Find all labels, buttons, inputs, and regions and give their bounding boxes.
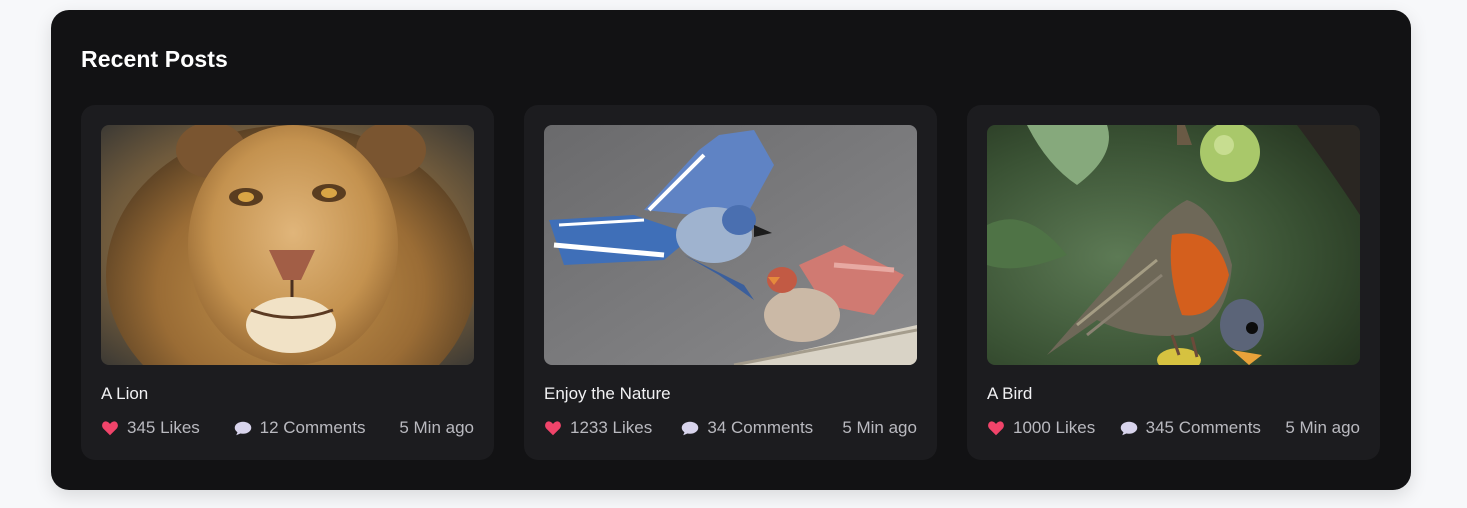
post-meta: 1233 Likes 34 Comments 5 Min ago bbox=[544, 418, 917, 438]
comments-label: 34 Comments bbox=[707, 418, 814, 437]
likes-label: 345 Likes bbox=[127, 418, 200, 437]
post-title[interactable]: A Lion bbox=[101, 384, 148, 404]
lion-photo bbox=[101, 125, 474, 365]
post-card[interactable]: A Bird 1000 Likes 345 Comments 5 Min ago bbox=[967, 105, 1380, 460]
post-meta: 345 Likes 12 Comments 5 Min ago bbox=[101, 418, 474, 438]
recent-posts-panel: Recent Posts A Lion 345 Likes 12 Comment… bbox=[51, 10, 1411, 490]
likes-count[interactable]: 1233 Likes bbox=[544, 418, 652, 438]
post-card[interactable]: A Lion 345 Likes 12 Comments 5 Min ago bbox=[81, 105, 494, 460]
blue-jay-and-cardinal-photo bbox=[544, 125, 917, 365]
post-image-bird[interactable] bbox=[987, 125, 1360, 365]
post-time: 5 Min ago bbox=[842, 418, 917, 437]
likes-count[interactable]: 1000 Likes bbox=[987, 418, 1095, 438]
heart-icon bbox=[545, 421, 561, 436]
post-time: 5 Min ago bbox=[399, 418, 474, 437]
post-image-lion[interactable] bbox=[101, 125, 474, 365]
comments-count[interactable]: 345 Comments bbox=[1120, 418, 1261, 438]
post-meta: 1000 Likes 345 Comments 5 Min ago bbox=[987, 418, 1360, 438]
likes-label: 1233 Likes bbox=[570, 418, 653, 437]
robin-photo bbox=[987, 125, 1360, 365]
likes-count[interactable]: 345 Likes bbox=[101, 418, 200, 438]
section-title: Recent Posts bbox=[81, 46, 228, 72]
speech-bubble-icon bbox=[1120, 421, 1137, 435]
comments-label: 12 Comments bbox=[259, 418, 366, 437]
speech-bubble-icon bbox=[682, 421, 699, 435]
post-time: 5 Min ago bbox=[1285, 418, 1360, 437]
likes-label: 1000 Likes bbox=[1013, 418, 1096, 437]
heart-icon bbox=[988, 421, 1004, 436]
post-title[interactable]: Enjoy the Nature bbox=[544, 384, 671, 404]
post-image-nature[interactable] bbox=[544, 125, 917, 365]
post-title[interactable]: A Bird bbox=[987, 384, 1032, 404]
comments-label: 345 Comments bbox=[1145, 418, 1261, 437]
heart-icon bbox=[102, 421, 118, 436]
speech-bubble-icon bbox=[234, 421, 251, 435]
comments-count[interactable]: 34 Comments bbox=[681, 418, 813, 438]
comments-count[interactable]: 12 Comments bbox=[234, 418, 366, 438]
post-card[interactable]: Enjoy the Nature 1233 Likes 34 Comments … bbox=[524, 105, 937, 460]
